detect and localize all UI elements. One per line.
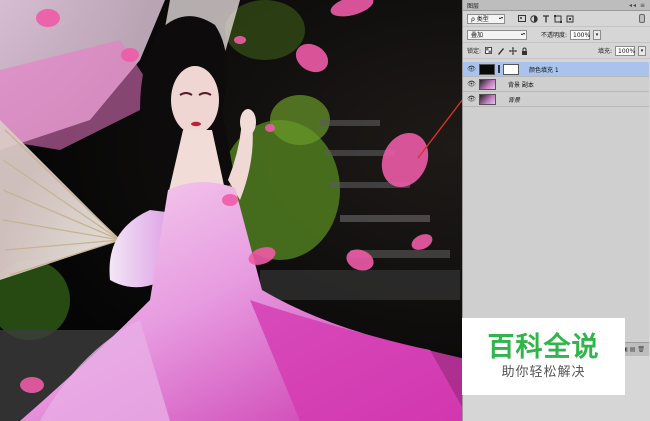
filter-kind-label: 类型 (476, 15, 489, 23)
lock-all-icon[interactable] (520, 46, 529, 55)
shape-filter-icon[interactable] (553, 14, 562, 23)
lock-transparency-icon[interactable] (484, 46, 493, 55)
layer-name[interactable]: 背景 副本 (508, 80, 534, 89)
layer-mask-thumbnail[interactable] (503, 63, 519, 75)
image-filter-icon[interactable] (517, 14, 526, 23)
visibility-eye-icon[interactable]: 👁 (467, 95, 476, 103)
watermark-box: 百科全说 助你轻松解决 (462, 318, 625, 395)
filter-kind-select[interactable]: ρ 类型 (467, 13, 505, 24)
fill-input[interactable]: 100% (615, 45, 635, 56)
search-icon: ρ (471, 15, 475, 23)
layer-filter-row: ρ 类型 (463, 11, 650, 27)
tab-layers[interactable]: 图层 (467, 1, 479, 10)
lock-position-icon[interactable] (508, 46, 517, 55)
link-chain-icon (498, 65, 500, 73)
fill-label: 填充: (597, 48, 612, 55)
opacity-input[interactable]: 100% (570, 29, 590, 40)
layer-thumbnail (479, 93, 496, 105)
blend-opacity-row: 叠加 不透明度: 100% ▾ (463, 27, 650, 43)
toggle-filter-icon[interactable] (637, 14, 646, 23)
panel-title-bar: 图层 ◂◂ ≡ (463, 0, 650, 11)
lock-pixels-icon[interactable] (496, 46, 505, 55)
layer-row-background-copy[interactable]: 👁 背景 副本 (463, 77, 649, 92)
visibility-eye-icon[interactable]: 👁 (467, 65, 476, 73)
type-filter-icon[interactable] (541, 14, 550, 23)
watermark-subtitle: 助你轻松解决 (501, 364, 586, 380)
adjustment-filter-icon[interactable] (529, 14, 538, 23)
layer-name[interactable]: 颜色填充 1 (529, 65, 559, 74)
smart-object-filter-icon[interactable] (565, 14, 574, 23)
fill-dropdown-icon[interactable]: ▾ (638, 45, 646, 56)
lock-fill-row: 锁定: 填充: 100% ▾ (463, 43, 650, 59)
opacity-label: 不透明度: (541, 32, 568, 39)
layer-thumbnail (479, 78, 496, 90)
layer-row-background[interactable]: 👁 背景 (463, 92, 649, 107)
lock-label: 锁定: (467, 48, 482, 55)
visibility-eye-icon[interactable]: 👁 (467, 80, 476, 88)
panel-menu-icon[interactable]: ◂◂ ≡ (629, 2, 646, 9)
color-fill-thumbnail (479, 63, 495, 75)
opacity-dropdown-icon[interactable]: ▾ (593, 29, 602, 40)
layer-row-color-fill[interactable]: 👁 颜色填充 1 (463, 62, 649, 77)
watermark-title: 百科全说 (487, 331, 600, 363)
layer-name[interactable]: 背景 (508, 95, 520, 104)
layer-list: 👁 颜色填充 1 👁 背景 副本 👁 背景 (463, 62, 649, 342)
blend-mode-select[interactable]: 叠加 (467, 29, 527, 40)
